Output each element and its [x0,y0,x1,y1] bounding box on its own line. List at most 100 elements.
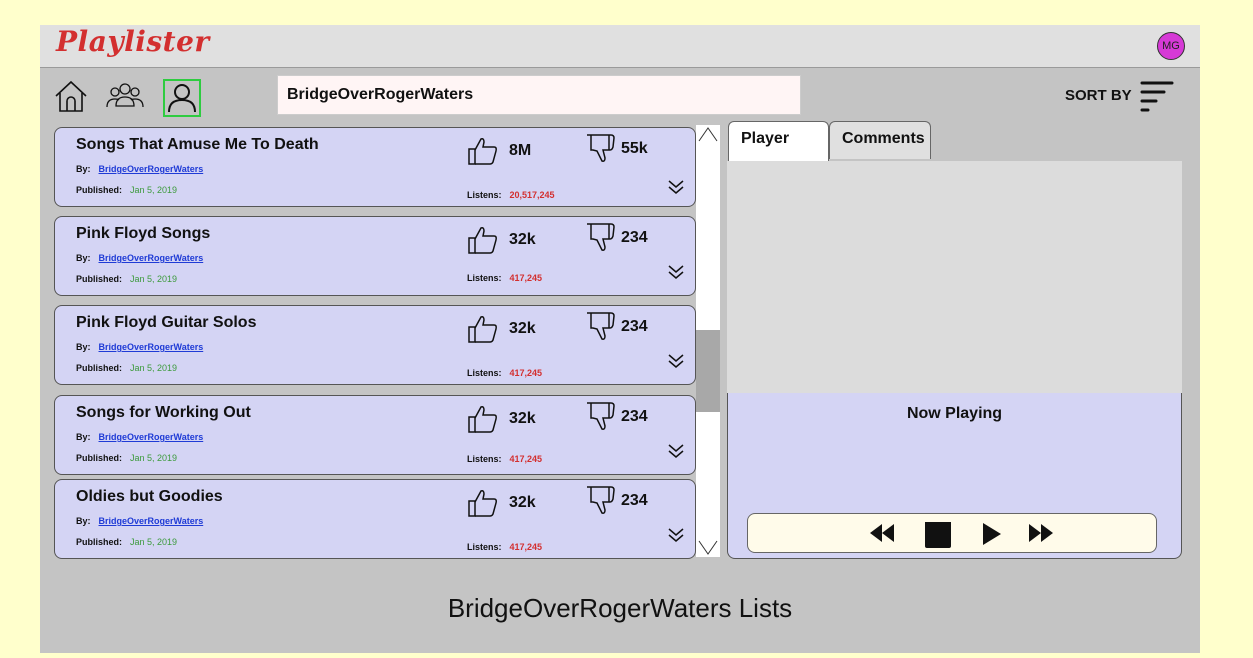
video-player[interactable] [727,161,1182,393]
like-button[interactable] [467,404,499,439]
thumbs-up-icon [467,138,499,170]
published-date: Jan 5, 2019 [130,363,178,373]
chevron-double-down-icon [667,354,685,374]
tab-player[interactable]: Player [728,121,829,161]
playlist-card[interactable]: Songs for Working Out By: BridgeOverRogerW… [54,395,696,475]
chevron-double-down-icon [667,444,685,464]
playlist-card[interactable]: Pink Floyd Guitar Solos By: BridgeOverRoge… [54,305,696,385]
published-date: Jan 5, 2019 [130,537,178,547]
scroll-thumb[interactable] [696,330,720,412]
playlist-card[interactable]: Songs That Amuse Me To Death By: BridgeOve… [54,127,696,207]
author-link[interactable]: BridgeOverRogerWaters [99,516,204,526]
thumbs-down-icon [585,402,617,435]
dislike-button[interactable] [585,311,617,346]
thumbs-down-icon [585,223,617,256]
published-label: Published: [76,185,123,195]
playlist-name[interactable]: Songs That Amuse Me To Death [76,136,319,154]
expand-button[interactable] [667,178,685,201]
playlist-published: Published: Jan 5, 2019 [76,274,177,284]
like-count: 32k [509,410,536,427]
playlist-listens: Listens: 417,245 [467,368,542,378]
play-icon[interactable] [981,522,1003,546]
dislike-count: 234 [621,408,648,425]
sort-by-label[interactable]: SORT BY [1065,87,1132,104]
playlist-author: By: BridgeOverRogerWaters [76,253,203,263]
dislike-count: 55k [621,140,648,157]
playlist-author: By: BridgeOverRogerWaters [76,164,203,174]
like-count: 8M [509,142,532,159]
groups-icon [106,83,144,108]
list-scrollbar[interactable] [696,125,720,557]
listens-count: 417,245 [509,542,543,552]
dislike-count: 234 [621,492,648,509]
listens-count: 417,245 [509,454,543,464]
player-controls [747,513,1157,553]
dislike-button[interactable] [585,133,617,168]
by-label: By: [76,253,91,263]
dislike-button[interactable] [585,401,617,436]
playlist-published: Published: Jan 5, 2019 [76,537,177,547]
listens-label: Listens: [467,542,502,552]
chevron-double-down-icon [667,265,685,285]
author-link[interactable]: BridgeOverRogerWaters [99,253,204,263]
expand-button[interactable] [667,526,685,549]
home-button[interactable] [52,77,90,115]
tab-comments[interactable]: Comments [829,121,931,159]
playlist-name[interactable]: Oldies but Goodies [76,488,223,506]
playlist-author: By: BridgeOverRogerWaters [76,516,203,526]
like-button[interactable] [467,488,499,523]
listens-label: Listens: [467,368,502,378]
author-link[interactable]: BridgeOverRogerWaters [99,432,204,442]
dislike-button[interactable] [585,222,617,257]
playlist-name[interactable]: Pink Floyd Guitar Solos [76,314,256,332]
rewind-icon[interactable] [868,522,896,544]
like-button[interactable] [467,314,499,349]
playlist-author: By: BridgeOverRogerWaters [76,342,203,352]
playlist-published: Published: Jan 5, 2019 [76,453,177,463]
expand-button[interactable] [667,442,685,465]
expand-button[interactable] [667,352,685,375]
dislike-count: 234 [621,318,648,335]
user-lists-button[interactable] [163,79,201,117]
now-playing-panel: Now Playing [727,393,1182,559]
scroll-down-icon[interactable] [698,539,718,557]
app-window: Playlister MG BridgeOverRogerWaters SORT… [40,25,1200,653]
published-label: Published: [76,537,123,547]
avatar[interactable]: MG [1157,32,1185,60]
sort-button[interactable] [1140,79,1174,120]
published-label: Published: [76,363,123,373]
author-link[interactable]: BridgeOverRogerWaters [99,342,204,352]
stop-icon[interactable] [925,522,951,548]
thumbs-down-icon [585,486,617,519]
playlist-name[interactable]: Pink Floyd Songs [76,225,210,243]
user-icon [168,84,196,113]
like-button[interactable] [467,136,499,171]
scroll-up-icon[interactable] [698,125,718,143]
thumbs-down-icon [585,312,617,345]
thumbs-up-icon [467,227,499,259]
playlist-author: By: BridgeOverRogerWaters [76,432,203,442]
app-logo[interactable]: Playlister [56,25,210,58]
published-date: Jan 5, 2019 [130,453,178,463]
by-label: By: [76,342,91,352]
playlist-listens: Listens: 417,245 [467,454,542,464]
listens-label: Listens: [467,454,502,464]
playlist-card[interactable]: Oldies but Goodies By: BridgeOverRogerWate… [54,479,696,559]
playlist-card[interactable]: Pink Floyd Songs By: BridgeOverRogerWaters… [54,216,696,296]
playlist-published: Published: Jan 5, 2019 [76,363,177,373]
fast-forward-icon[interactable] [1027,522,1055,544]
search-input[interactable]: BridgeOverRogerWaters [277,75,801,115]
listens-label: Listens: [467,273,502,283]
all-lists-button[interactable] [106,77,144,115]
dislike-count: 234 [621,229,648,246]
by-label: By: [76,516,91,526]
like-button[interactable] [467,225,499,260]
author-link[interactable]: BridgeOverRogerWaters [99,164,204,174]
now-playing-label: Now Playing [906,405,1003,422]
expand-button[interactable] [667,263,685,286]
listens-count: 417,245 [509,273,543,283]
dislike-button[interactable] [585,485,617,520]
playlist-name[interactable]: Songs for Working Out [76,404,251,422]
thumbs-up-icon [467,490,499,522]
published-date: Jan 5, 2019 [130,185,178,195]
